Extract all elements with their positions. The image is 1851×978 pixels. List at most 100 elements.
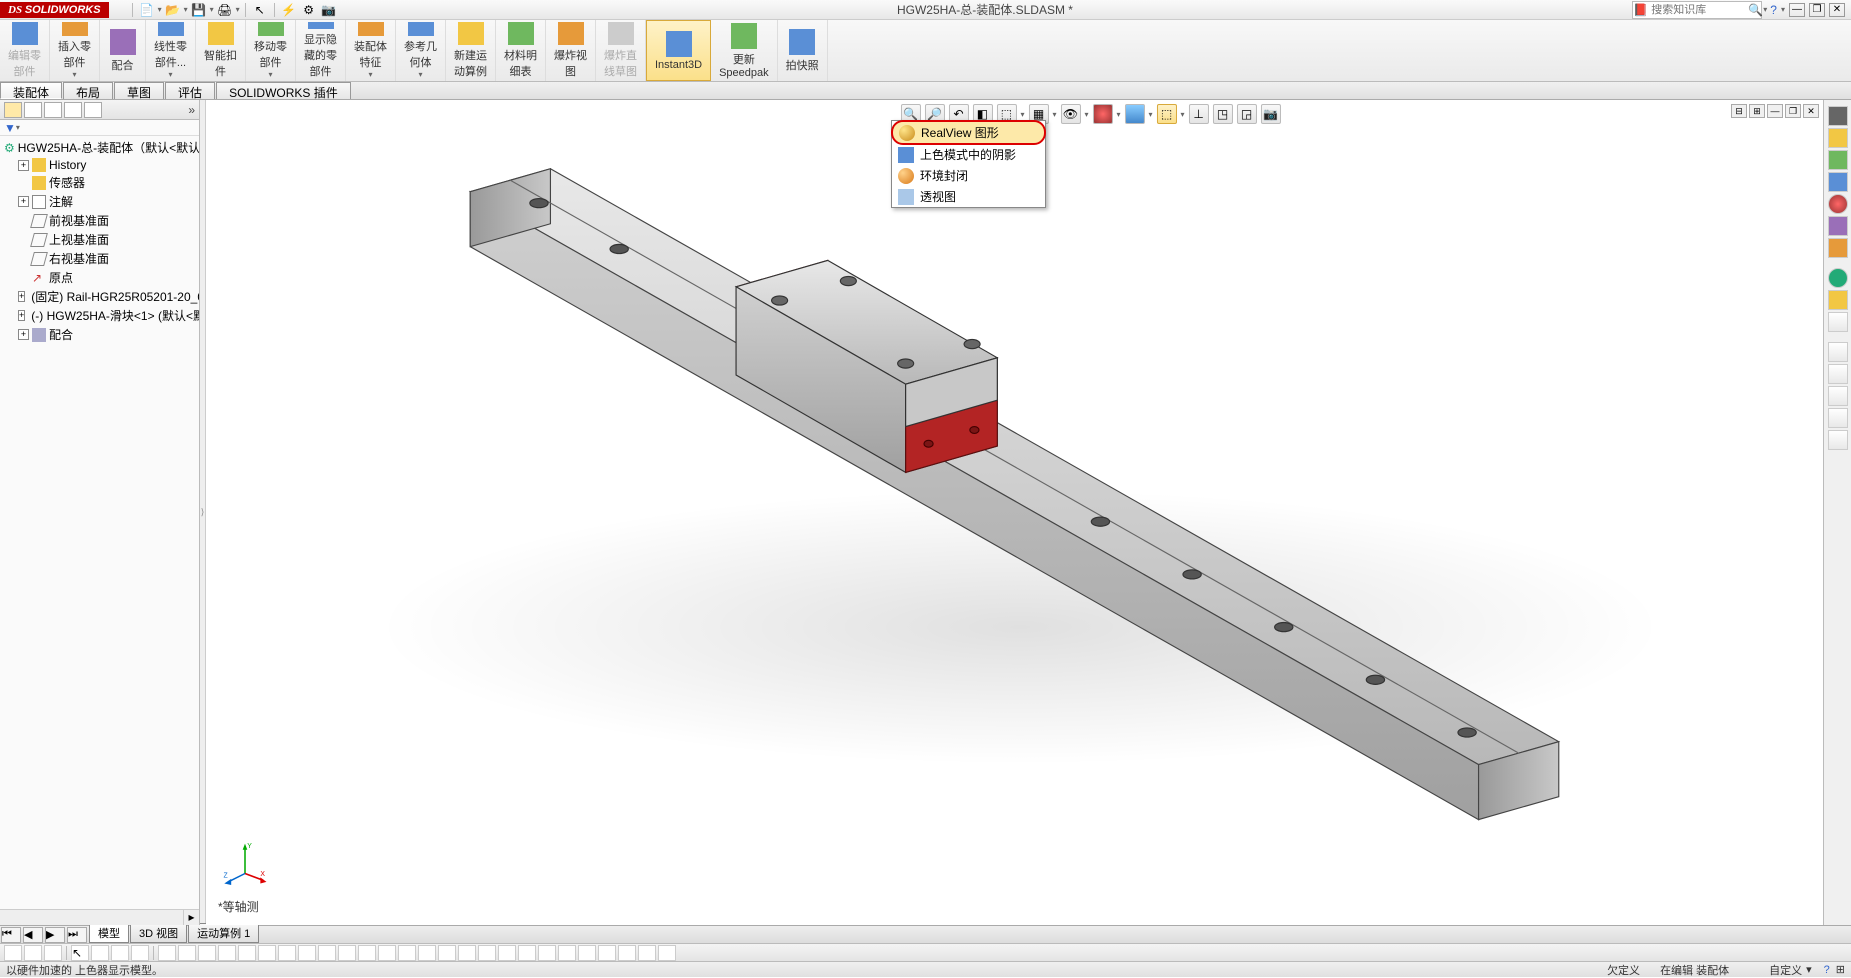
appearances-icon[interactable] [1828,194,1848,214]
linear-pattern-button[interactable]: 线性零 部件...▾ [146,20,196,81]
show-hidden-button[interactable]: 显示隐 藏的零 部件 [296,20,346,81]
bb-icon[interactable] [178,945,196,961]
bb-icon[interactable] [418,945,436,961]
bb-icon[interactable] [258,945,276,961]
bb-icon[interactable] [618,945,636,961]
tree-root[interactable]: ⚙ HGW25HA-总-装配体（默认<默认_显示 [0,138,199,157]
filter-icon[interactable]: ▼ [4,121,16,135]
scroll-last-icon[interactable]: ⏭ [67,927,87,943]
search-box[interactable]: 📕 🔍 ▾ [1632,1,1762,19]
tab-evaluate[interactable]: 评估 [165,82,215,99]
tree-annotations[interactable]: +注解 [0,192,199,211]
bb-icon[interactable] [498,945,516,961]
bb-icon[interactable] [44,945,62,961]
design-library-icon[interactable] [1828,128,1848,148]
print-icon[interactable]: 🖨 [216,2,234,18]
mate-button[interactable]: 配合 [100,20,146,81]
bb-icon[interactable] [218,945,236,961]
reference-geom-button[interactable]: 参考几 何体▾ [396,20,446,81]
bb-icon[interactable] [538,945,556,961]
bb-icon[interactable] [158,945,176,961]
insert-component-button[interactable]: 插入零 部件▾ [50,20,100,81]
ambient-occlusion-menuitem[interactable]: 环境封闭 [892,165,1045,186]
normal-to-icon[interactable]: ⊥ [1189,104,1209,124]
bb-icon[interactable] [518,945,536,961]
update-speedpak-button[interactable]: 更新 Speedpak [711,20,778,81]
hide-show-icon[interactable]: 👁 [1061,104,1081,124]
task-icon-b[interactable] [1828,364,1848,384]
bb-select-icon[interactable]: ↖ [71,945,89,961]
options-icon[interactable]: ⚙ [300,2,318,18]
scroll-prev-icon[interactable]: ◀ [23,927,43,943]
status-help-icon[interactable]: ? [1824,964,1830,976]
view-cube-icon[interactable]: ◳ [1213,104,1233,124]
search-input[interactable] [1648,4,1748,16]
config-manager-tab[interactable] [44,102,62,118]
bb-icon[interactable] [638,945,656,961]
view-settings-icon[interactable]: ⬚ [1157,104,1177,124]
bb-icon[interactable] [4,945,22,961]
feature-tree-tab[interactable] [4,102,22,118]
smart-fastener-button[interactable]: 智能扣 件 [196,20,246,81]
realview-menuitem[interactable]: RealView 图形 [891,120,1046,145]
bb-icon[interactable] [438,945,456,961]
display-manager-tab[interactable] [84,102,102,118]
scroll-first-icon[interactable]: ⏮ [1,927,21,943]
bb-icon[interactable] [91,945,109,961]
status-icon[interactable]: ⊞ [1836,963,1845,976]
search-go-icon[interactable]: 🔍 [1748,3,1763,17]
save-icon[interactable]: 💾 [190,2,208,18]
collapse-panel-icon[interactable]: » [188,103,195,117]
screenshot-icon[interactable]: 📷 [320,2,338,18]
bb-icon[interactable] [198,945,216,961]
assembly-feature-button[interactable]: 装配体 特征▾ [346,20,396,81]
task-icon-e[interactable] [1828,430,1848,450]
explode-view-button[interactable]: 爆炸视 图 [546,20,596,81]
bb-icon[interactable] [131,945,149,961]
motion-study-button[interactable]: 新建运 动算例 [446,20,496,81]
select-icon[interactable]: ↖ [251,2,269,18]
tree-top-plane[interactable]: 上视基准面 [0,230,199,249]
snapshot-button[interactable]: 拍快照 [778,20,828,81]
perspective-menuitem[interactable]: 透视图 [892,186,1045,207]
property-manager-tab[interactable] [24,102,42,118]
dim-icon[interactable] [1828,312,1848,332]
model-tab[interactable]: 模型 [89,923,129,943]
scene-icon[interactable] [1125,104,1145,124]
bb-icon[interactable] [24,945,42,961]
tree-history[interactable]: +History [0,157,199,173]
orientation-triad[interactable]: Y X Z [222,839,268,885]
sw-resources-icon[interactable] [1828,106,1848,126]
task-icon-c[interactable] [1828,386,1848,406]
bom-button[interactable]: 材料明 细表 [496,20,546,81]
open-icon[interactable]: 📂 [164,2,182,18]
rebuild-icon[interactable]: ⚡ [280,2,298,18]
instant3d-button[interactable]: Instant3D [646,20,711,81]
custom-props-icon[interactable] [1828,216,1848,236]
restore-button[interactable]: ❐ [1809,3,1825,17]
bb-icon[interactable] [318,945,336,961]
tab-sketch[interactable]: 草图 [114,82,164,99]
scroll-right-icon[interactable]: ▸ [183,910,199,925]
tab-assembly[interactable]: 装配体 [0,82,62,99]
appearance-icon[interactable] [1093,104,1113,124]
help-icon[interactable]: ? [1770,3,1777,17]
tree-rail-part[interactable]: +(固定) Rail-HGR25R05201-20_0-导轨 [0,287,199,306]
tree-right-plane[interactable]: 右视基准面 [0,249,199,268]
bb-icon[interactable] [478,945,496,961]
tree-mates[interactable]: +配合 [0,325,199,344]
shadows-menuitem[interactable]: 上色模式中的阴影 [892,144,1045,165]
3dview-tab[interactable]: 3D 视图 [130,923,187,943]
graphics-viewport[interactable]: 🔍 🔎 ↶ ◧ ⬚▾ ▦▾ 👁▾ ▾ ▾ ⬚▾ ⊥ ◳ ◲ 📷 RealView… [206,100,1823,925]
minimize-button[interactable]: — [1789,3,1805,17]
dimxpert-tab[interactable] [64,102,82,118]
view-cube2-icon[interactable]: ◲ [1237,104,1257,124]
motion-study-tab[interactable]: 运动算例 1 [188,923,259,943]
bb-icon[interactable] [338,945,356,961]
bb-icon[interactable] [278,945,296,961]
file-explorer-icon[interactable] [1828,150,1848,170]
bb-icon[interactable] [578,945,596,961]
tab-layout[interactable]: 布局 [63,82,113,99]
bb-icon[interactable] [598,945,616,961]
measure-icon[interactable] [1828,290,1848,310]
